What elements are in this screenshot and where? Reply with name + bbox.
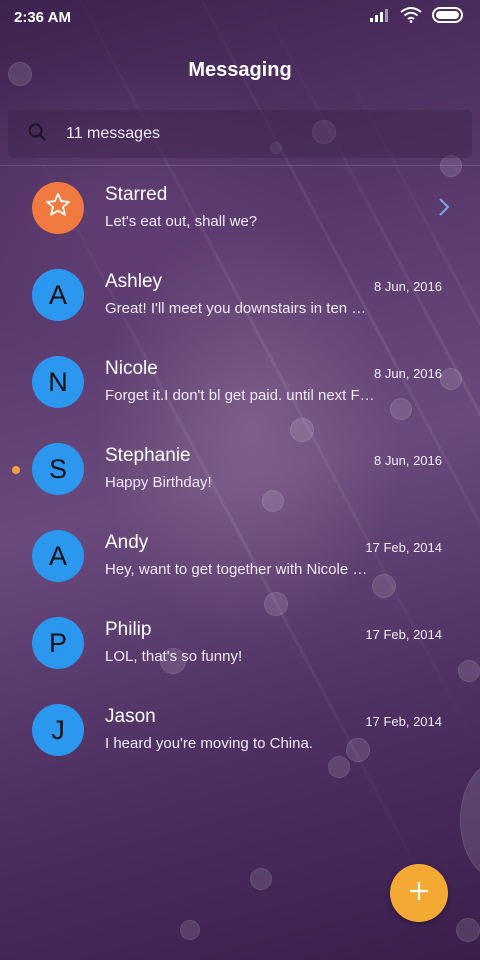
conversation-preview: Great! I'll meet you downstairs in ten …: [105, 300, 367, 317]
conversation-name: Stephanie: [105, 445, 191, 466]
conversation-row-philip[interactable]: P Philip LOL, that's so funny! 17 Feb, 2…: [0, 602, 480, 689]
conversation-date: 17 Feb, 2014: [365, 627, 442, 642]
status-icons: [370, 6, 466, 28]
conversation-row-andy[interactable]: A Andy Hey, want to get together with Ni…: [0, 515, 480, 602]
conversation-preview: LOL, that's so funny!: [105, 648, 243, 665]
conversation-date: 8 Jun, 2016: [374, 366, 442, 381]
new-message-button[interactable]: [390, 864, 448, 922]
conversation-preview: Let's eat out, shall we?: [105, 213, 258, 230]
search-message-count: 11 messages: [66, 125, 160, 142]
conversation-name: Ashley: [105, 271, 163, 292]
conversation-row-nicole[interactable]: N Nicole Forget it.I don't bl get paid. …: [0, 341, 480, 428]
conversation-date: 8 Jun, 2016: [374, 453, 442, 468]
conversation-preview: Happy Birthday!: [105, 474, 212, 491]
search-icon: [28, 123, 46, 146]
avatar: S: [32, 443, 84, 495]
avatar: J: [32, 704, 84, 756]
page-title: Messaging: [188, 58, 292, 81]
conversation-row-starred[interactable]: Starred Let's eat out, shall we?: [0, 167, 480, 254]
battery-icon: [432, 6, 466, 28]
conversation-row-ashley[interactable]: A Ashley Great! I'll meet you downstairs…: [0, 254, 480, 341]
status-time: 2:36 AM: [14, 8, 71, 26]
avatar: A: [32, 530, 84, 582]
conversation-list: Starred Let's eat out, shall we? A Ashle…: [0, 167, 480, 776]
conversation-date: 8 Jun, 2016: [374, 279, 442, 294]
conversation-row-jason[interactable]: J Jason I heard you're moving to China. …: [0, 689, 480, 776]
conversation-date: 17 Feb, 2014: [365, 714, 442, 729]
chevron-right-icon: [438, 197, 450, 222]
conversation-preview: Hey, want to get together with Nicole …: [105, 561, 368, 578]
conversation-name: Jason: [105, 706, 156, 727]
search-bar[interactable]: 11 messages: [8, 110, 472, 158]
conversation-name: Nicole: [105, 358, 158, 379]
wifi-icon: [400, 6, 422, 28]
avatar: N: [32, 356, 84, 408]
signal-icon: [370, 8, 390, 27]
avatar: A: [32, 269, 84, 321]
starred-avatar: [32, 182, 84, 234]
header-divider: [0, 165, 480, 166]
status-bar: 2:36 AM: [0, 0, 480, 34]
conversation-row-stephanie[interactable]: S Stephanie Happy Birthday! 8 Jun, 2016: [0, 428, 480, 515]
conversation-date: 17 Feb, 2014: [365, 540, 442, 555]
unread-indicator: [12, 466, 20, 474]
plus-icon: [408, 880, 430, 907]
conversation-name: Starred: [105, 184, 168, 205]
conversation-name: Philip: [105, 619, 152, 640]
star-icon: [44, 191, 72, 226]
conversation-preview: I heard you're moving to China.: [105, 735, 313, 752]
conversation-name: Andy: [105, 532, 149, 553]
conversation-preview: Forget it.I don't bl get paid. until nex…: [105, 387, 375, 404]
avatar: P: [32, 617, 84, 669]
